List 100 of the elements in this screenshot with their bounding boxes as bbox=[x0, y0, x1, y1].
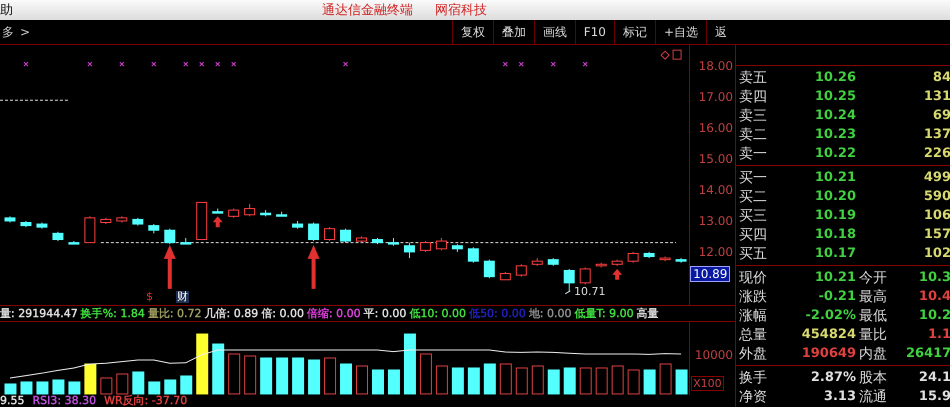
candle bbox=[420, 240, 431, 252]
indicator-value: 高量 bbox=[636, 308, 659, 320]
volume-bar bbox=[36, 381, 48, 394]
candle bbox=[276, 211, 288, 217]
volume-bar bbox=[484, 364, 496, 394]
volume-bar bbox=[548, 369, 560, 394]
axis-label: 10000 bbox=[694, 348, 733, 362]
cross-mark-icon bbox=[23, 62, 28, 67]
volume-bar bbox=[388, 369, 400, 394]
cross-mark-icon bbox=[183, 62, 188, 67]
cross-mark-icon bbox=[87, 62, 92, 67]
volume-bar bbox=[164, 379, 176, 394]
candle bbox=[628, 251, 639, 264]
menu-item[interactable]: 助 bbox=[0, 1, 300, 19]
volume-bar bbox=[468, 367, 480, 394]
quote-label: 现价 bbox=[738, 268, 768, 286]
order-price: 10.23 bbox=[814, 127, 856, 142]
volume-bar bbox=[68, 381, 80, 394]
quote-label: 量比 bbox=[858, 326, 888, 344]
candle bbox=[500, 272, 511, 280]
volume-bar bbox=[564, 367, 576, 394]
candle bbox=[84, 216, 96, 244]
indicator-value: 倍缩: 0.00 bbox=[306, 308, 361, 320]
volume-bar bbox=[612, 366, 624, 394]
quote-value: 2.87% bbox=[810, 370, 856, 385]
axis-label: 18.00 bbox=[698, 59, 733, 74]
quote-label: 最高 bbox=[858, 288, 888, 306]
candle bbox=[68, 240, 80, 245]
square-icon[interactable] bbox=[672, 50, 682, 60]
order-level-label: 卖五 bbox=[738, 68, 768, 86]
cross-mark-icon bbox=[582, 62, 588, 67]
candle bbox=[116, 216, 128, 223]
cross-mark-icon bbox=[231, 62, 236, 67]
quote-value: 190649 bbox=[800, 346, 856, 361]
order-volume: 499 bbox=[922, 170, 950, 185]
order-volume: 102 bbox=[922, 246, 950, 261]
cross-mark-icon bbox=[119, 62, 124, 67]
quote-label: 内盘 bbox=[858, 344, 888, 362]
order-price: 10.21 bbox=[814, 170, 856, 185]
candle bbox=[468, 246, 479, 264]
axis-label: 16.00 bbox=[698, 121, 733, 136]
low-price-label: 10.71 bbox=[574, 286, 606, 298]
volume-bar bbox=[660, 364, 672, 394]
candle bbox=[404, 242, 415, 259]
indicator-value: 量比: 0.72 bbox=[148, 308, 202, 320]
axis-label: 17.00 bbox=[698, 90, 733, 104]
chevron-icon[interactable]: > bbox=[20, 25, 30, 39]
order-level-label: 买二 bbox=[738, 188, 768, 206]
order-price: 10.18 bbox=[814, 227, 856, 242]
quote-label: 股本 bbox=[858, 368, 888, 386]
candle bbox=[660, 256, 671, 262]
volume-bar bbox=[628, 369, 640, 394]
volume-bar bbox=[276, 358, 288, 394]
indicator-value: 换手%: 1.84 bbox=[80, 308, 145, 320]
quote-label: 涨幅 bbox=[738, 306, 768, 324]
indicator-value: WR反向: -37.70 bbox=[104, 395, 188, 407]
vendor-name: 网宿科技 bbox=[435, 2, 487, 19]
candle bbox=[676, 258, 687, 264]
volume-bar bbox=[84, 364, 96, 394]
volume-bar bbox=[324, 358, 336, 394]
leader-line bbox=[564, 290, 571, 294]
up-arrow-icon bbox=[308, 244, 320, 289]
indicator-value: 倍: 0.00 bbox=[261, 308, 304, 320]
quote-label: 最低 bbox=[858, 306, 888, 324]
order-price: 10.25 bbox=[814, 89, 856, 104]
diamond-icon[interactable] bbox=[660, 50, 670, 60]
volume-bar bbox=[292, 358, 304, 394]
order-price: 10.22 bbox=[814, 146, 856, 161]
volume-bar bbox=[52, 379, 64, 394]
order-volume: 226 bbox=[922, 146, 950, 161]
quote-value: -0.21 bbox=[818, 289, 856, 304]
indicator-value: 9.55 bbox=[0, 395, 24, 407]
order-volume: 69 bbox=[932, 108, 950, 123]
volume-bar bbox=[260, 358, 272, 394]
quote-value: 10.4 bbox=[918, 289, 950, 304]
quote-label: 涨跌 bbox=[738, 288, 768, 306]
candle bbox=[148, 224, 160, 234]
order-level-label: 买四 bbox=[738, 226, 768, 244]
volume-bar bbox=[436, 366, 448, 394]
volume-bar bbox=[308, 360, 320, 394]
volume-bar bbox=[420, 354, 432, 394]
indicator-value: 低50: 0.00 bbox=[469, 308, 526, 320]
order-price: 10.19 bbox=[814, 208, 856, 223]
dividend-marker[interactable]: $ bbox=[146, 291, 153, 303]
indicator-value: 平: 0.00 bbox=[364, 308, 406, 320]
report-marker[interactable]: 财 bbox=[176, 291, 189, 303]
candle bbox=[180, 237, 192, 245]
candle bbox=[292, 220, 304, 230]
candle bbox=[596, 262, 607, 268]
order-volume: 137 bbox=[922, 127, 950, 142]
up-arrow-icon bbox=[164, 244, 176, 289]
order-volume: 106 bbox=[922, 208, 950, 223]
cross-mark-icon bbox=[199, 62, 204, 67]
quote-label: 净资 bbox=[738, 388, 768, 406]
order-price: 10.24 bbox=[814, 108, 856, 123]
quote-value: 26417 bbox=[906, 346, 950, 361]
quote-value: -2.02% bbox=[804, 308, 856, 323]
volume-bar bbox=[356, 366, 368, 394]
breadcrumb[interactable]: 多 bbox=[2, 24, 14, 40]
quote-value: 10.3 bbox=[918, 270, 950, 285]
